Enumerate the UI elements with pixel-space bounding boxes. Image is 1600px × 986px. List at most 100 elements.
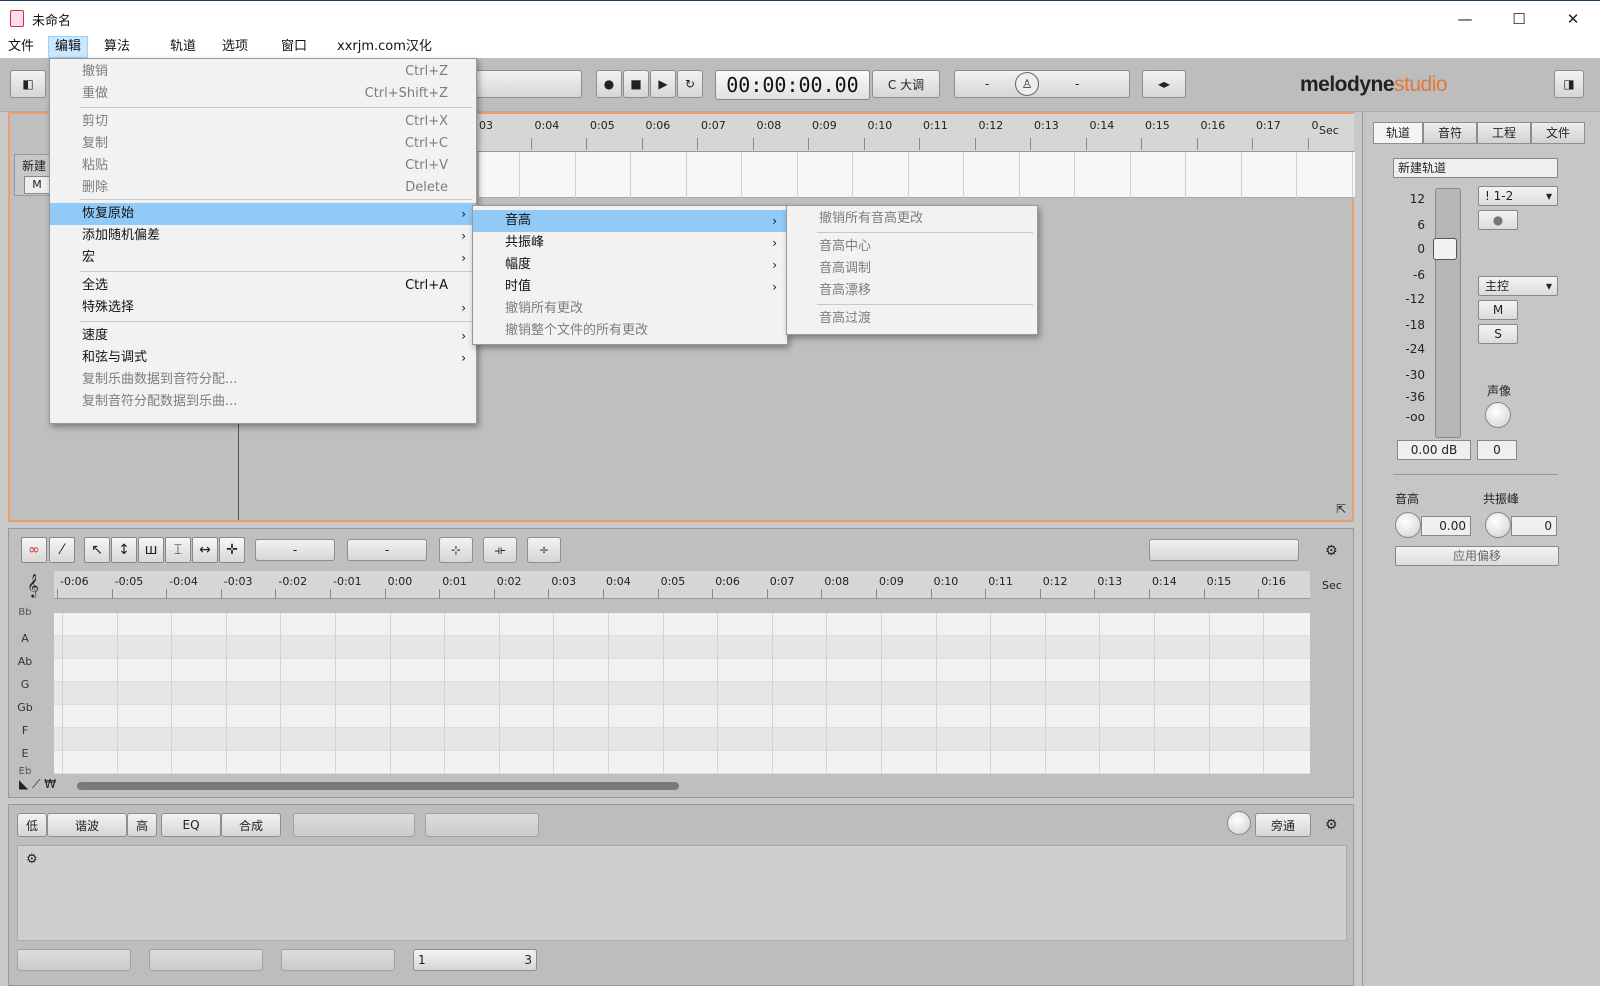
piano-key-label[interactable]: Gb	[10, 701, 40, 714]
menu-item[interactable]: 音高漂移	[787, 280, 1037, 302]
bypass-knob[interactable]	[1227, 811, 1251, 835]
pitch-macro-button[interactable]: ⊹	[439, 537, 473, 563]
menu-item[interactable]: 删除 Delete	[50, 177, 476, 199]
menu-item[interactable]: 和弦与调式 ›	[50, 347, 476, 369]
low-button[interactable]: 低	[17, 813, 47, 837]
minimize-button[interactable]: —	[1438, 1, 1492, 37]
piano-key-label[interactable]: Ab	[10, 655, 40, 668]
level-macro-button[interactable]: ÷	[527, 537, 561, 563]
timing-tool-button[interactable]: ↔	[192, 537, 218, 563]
scale-view-selector[interactable]	[1149, 539, 1299, 561]
eq-button[interactable]: EQ	[161, 813, 221, 837]
play-button[interactable]: ▶	[650, 70, 676, 98]
menu-item[interactable]: 撤销 Ctrl+Z	[50, 61, 476, 83]
output-selector[interactable]: 主控 ▾	[1478, 276, 1558, 296]
zoom-corner-icon[interactable]: ⇱	[1336, 502, 1346, 516]
menu-item[interactable]: 撤销所有音高更改	[787, 208, 1037, 230]
record-button[interactable]: ●	[596, 70, 622, 98]
menu-item[interactable]: 音高过渡	[787, 308, 1037, 330]
menu-item[interactable]: 特殊选择 ›	[50, 297, 476, 319]
menu-item[interactable]: 撤销整个文件的所有更改	[473, 320, 787, 342]
menu-item[interactable]: 速度 ›	[50, 325, 476, 347]
menu-algorithm[interactable]: 算法	[98, 36, 136, 58]
high-button[interactable]: 高	[127, 813, 157, 837]
menu-item[interactable]: 共振峰 ›	[473, 232, 787, 254]
time-display[interactable]: 00:00:00.00	[715, 70, 870, 100]
slider-2[interactable]	[149, 949, 263, 971]
menu-item[interactable]: 音高调制	[787, 258, 1037, 280]
tab-note[interactable]: 音符	[1423, 122, 1477, 144]
maximize-button[interactable]: ☐	[1492, 1, 1546, 37]
inspector-toggle-button[interactable]: ◨	[1554, 70, 1584, 98]
menu-item[interactable]: 恢复原始 ›	[50, 203, 476, 225]
mute-button[interactable]: M	[1478, 300, 1518, 320]
gear-icon[interactable]: ⚙	[26, 852, 38, 867]
piano-key-label[interactable]: F	[10, 724, 40, 737]
pointer-tool-button[interactable]: ↖	[84, 537, 110, 563]
pitch-offset-knob[interactable]	[1395, 512, 1421, 538]
menu-item[interactable]: 复制音符分配数据到乐曲...	[50, 391, 476, 413]
arrange-ruler[interactable]: 03 0:04 0:05 0:06 0:07 0:08 0:09 0:10 0:11 0:12 0:…	[471, 114, 1354, 152]
macro-field-2[interactable]: -	[347, 539, 427, 561]
fit-view-button[interactable]: ◂▸	[1142, 70, 1186, 98]
editor-scrollbar[interactable]	[77, 782, 679, 790]
formant-offset-knob[interactable]	[1485, 512, 1511, 538]
tab-track[interactable]: 轨道	[1373, 122, 1423, 144]
formant-tool-button[interactable]: ш	[138, 537, 164, 563]
slider-1[interactable]	[17, 949, 131, 971]
editor-vscroll[interactable]	[1317, 614, 1327, 774]
key-selector[interactable]: C 大调	[872, 70, 940, 98]
wand-tool-button[interactable]: ⁄	[49, 537, 75, 563]
menu-file[interactable]: 文件	[2, 36, 40, 58]
editor-ruler[interactable]: -0:06 -0:05 -0:04 -0:03 -0:02 -0:01 0:00 0:01 0:…	[54, 571, 1342, 599]
record-arm-button[interactable]: ●	[1478, 210, 1518, 230]
pitch-tool-button[interactable]: ↕	[111, 537, 137, 563]
menu-item[interactable]: 粘贴 Ctrl+V	[50, 155, 476, 177]
loop-button[interactable]: ↻	[677, 70, 703, 98]
separation-tool-button[interactable]: ✛	[219, 537, 245, 563]
gear-icon[interactable]: ⚙	[1325, 817, 1338, 833]
piano-key-label[interactable]: A	[10, 632, 40, 645]
menu-item[interactable]: 添加随机偏差 ›	[50, 225, 476, 247]
slider-4[interactable]: 1 3	[413, 949, 537, 971]
track-name-field[interactable]: 新建轨道	[1393, 158, 1558, 178]
tab-project[interactable]: 工程	[1477, 122, 1531, 144]
menu-localization[interactable]: xxrjm.com汉化	[331, 36, 438, 58]
volume-fader-handle[interactable]	[1433, 238, 1457, 260]
piano-key-label[interactable]: E	[10, 747, 40, 760]
menu-item[interactable]: 撤销所有更改	[473, 298, 787, 320]
menu-options[interactable]: 选项	[216, 36, 254, 58]
link-tool-button[interactable]: ∞	[21, 537, 47, 563]
time-unit-label[interactable]: Sec	[1319, 124, 1339, 137]
timing-macro-button[interactable]: ⟛	[483, 537, 517, 563]
harmonics-button[interactable]: 谐波	[47, 813, 127, 837]
volume-fader-track[interactable]	[1435, 188, 1461, 438]
menu-item[interactable]: 复制 Ctrl+C	[50, 133, 476, 155]
menu-item[interactable]: 幅度 ›	[473, 254, 787, 276]
menu-window[interactable]: 窗口	[275, 36, 313, 58]
amplitude-tool-button[interactable]: ⌶	[165, 537, 191, 563]
io-selector[interactable]: ! 1-2 ▾	[1478, 186, 1558, 206]
piano-key-label[interactable]: Eb	[10, 766, 40, 777]
piano-key-label[interactable]: Bb	[10, 607, 40, 618]
synth-button[interactable]: 合成	[221, 813, 281, 837]
track-mute-button[interactable]: M	[24, 176, 50, 194]
mode-selector[interactable]	[293, 813, 415, 837]
range-selector[interactable]	[425, 813, 539, 837]
stop-button[interactable]: ■	[623, 70, 649, 98]
tempo-control[interactable]: - ♙ -	[954, 70, 1130, 98]
pitch-offset-field[interactable]: 0.00	[1421, 516, 1471, 536]
pan-field[interactable]: 0	[1477, 440, 1517, 460]
sound-editor-display[interactable]: ⚙	[17, 845, 1347, 941]
track-lane[interactable]	[479, 152, 1355, 198]
menu-item[interactable]: 全选 Ctrl+A	[50, 275, 476, 297]
formant-offset-field[interactable]: 0	[1511, 516, 1557, 536]
macro-field-1[interactable]: -	[255, 539, 335, 561]
menu-item[interactable]: 音高 ›	[473, 210, 787, 232]
close-button[interactable]: ✕	[1546, 1, 1600, 37]
time-unit-label[interactable]: Sec	[1322, 579, 1342, 592]
bypass-button[interactable]: 旁通	[1255, 813, 1311, 837]
layout-toggle-button[interactable]: ◧	[10, 70, 46, 98]
pitch-grid[interactable]	[54, 613, 1310, 774]
menu-item[interactable]: 音高中心	[787, 236, 1037, 258]
